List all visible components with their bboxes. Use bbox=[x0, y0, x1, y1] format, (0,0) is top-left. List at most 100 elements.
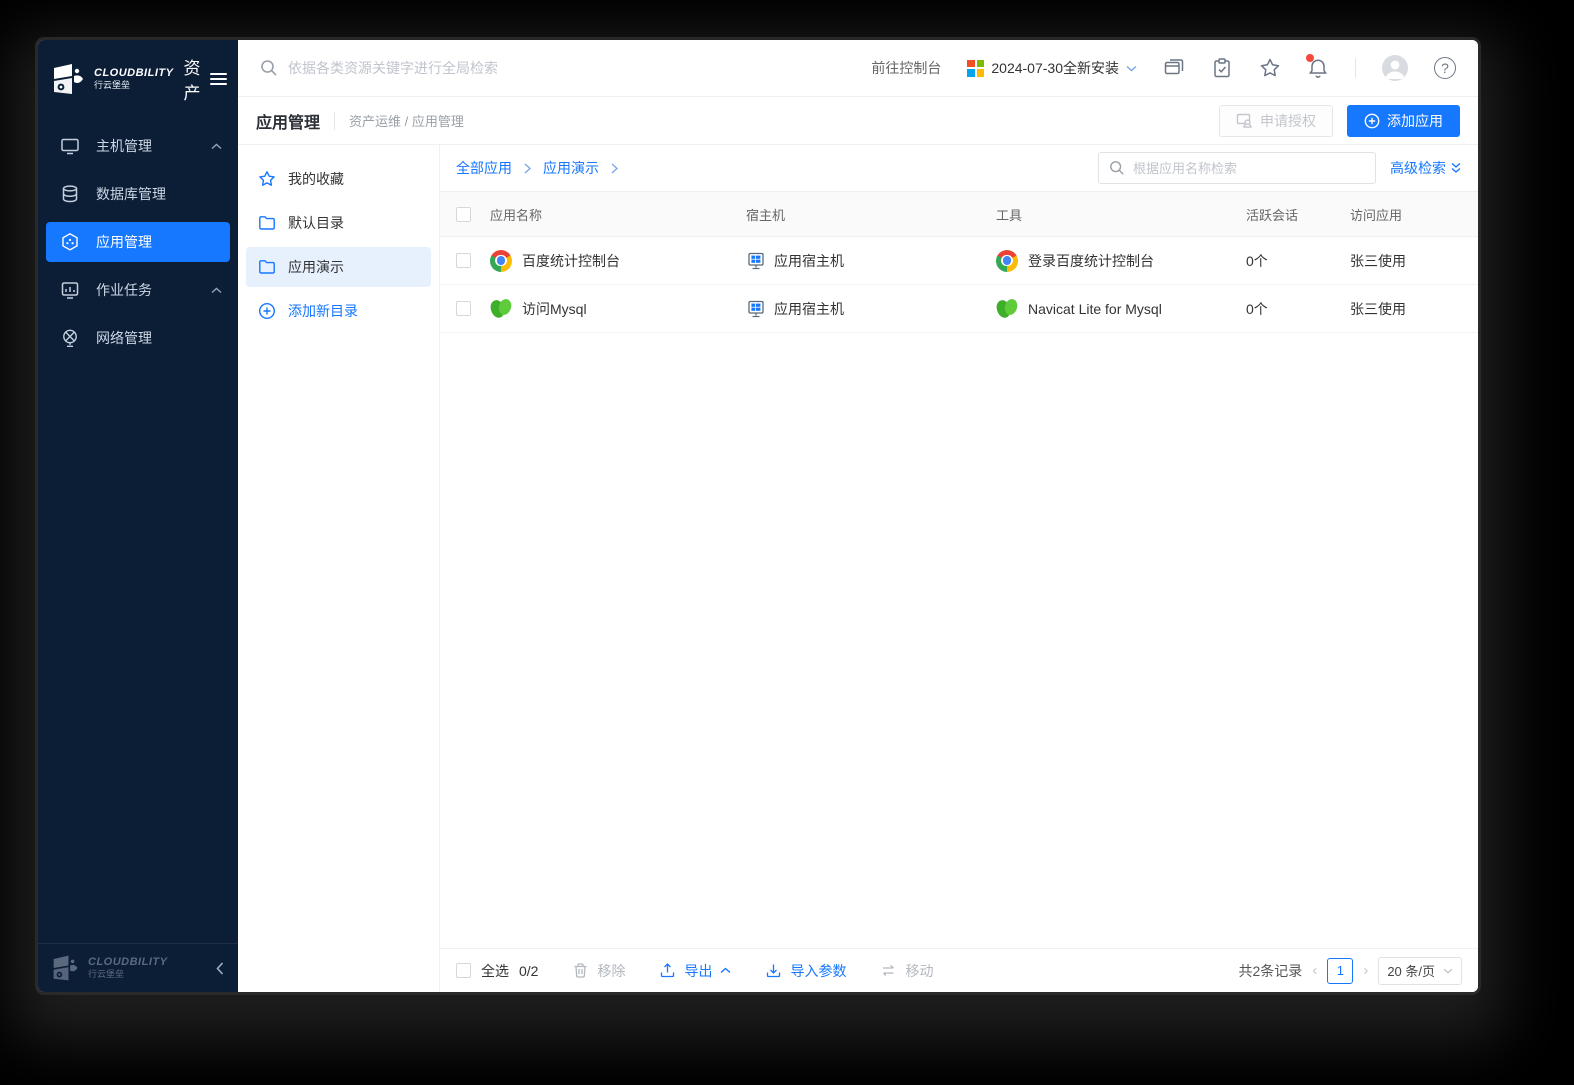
chevron-up-icon bbox=[211, 142, 222, 150]
user-avatar[interactable] bbox=[1382, 55, 1408, 81]
footer-brand-text: CLOUDBILITY 行云堡垒 bbox=[88, 955, 168, 980]
global-search-input[interactable] bbox=[288, 60, 608, 76]
page-title: 应用管理 bbox=[256, 114, 321, 132]
footer-select-all-checkbox[interactable] bbox=[456, 963, 471, 978]
row-checkbox[interactable] bbox=[456, 301, 471, 316]
star-icon[interactable] bbox=[1259, 57, 1281, 79]
select-all-checkbox[interactable] bbox=[456, 206, 471, 222]
auth-screen-icon bbox=[1236, 112, 1253, 129]
plus-circle-icon bbox=[258, 302, 276, 320]
export-icon bbox=[659, 962, 676, 979]
move-arrows-icon bbox=[880, 962, 897, 979]
clipboard-check-icon[interactable] bbox=[1211, 57, 1233, 79]
network-globe-icon bbox=[60, 328, 80, 348]
double-chevron-down-icon bbox=[1451, 162, 1461, 173]
topbar-right: 前往控制台 2024-07-30全新安装 ? bbox=[871, 54, 1456, 81]
add-directory-label: 添加新目录 bbox=[288, 303, 358, 319]
import-params-button[interactable]: 导入参数 bbox=[765, 961, 846, 981]
monitor-icon bbox=[60, 136, 80, 156]
page-header-buttons: 申请授权 添加应用 bbox=[1219, 104, 1460, 137]
sidebar-item-label: 应用管理 bbox=[96, 234, 152, 250]
pagination: 共2条记录 ‹ 1 › 20 条/页 bbox=[1238, 956, 1462, 985]
sidebar-menu: 主机管理 数据库管理 应用管理 作业任务 网络管理 bbox=[38, 122, 238, 943]
access-user[interactable]: 张三使用 bbox=[1350, 299, 1478, 319]
sidebar-item-database-management[interactable]: 数据库管理 bbox=[38, 170, 238, 218]
column-header-host: 宿主机 bbox=[746, 207, 786, 223]
divider bbox=[334, 111, 336, 130]
access-user[interactable]: 张三使用 bbox=[1350, 251, 1478, 271]
folder-panel: 我的收藏 默认目录 应用演示 添加新目录 bbox=[238, 145, 440, 992]
sidebar-item-network-management[interactable]: 网络管理 bbox=[38, 314, 238, 362]
add-app-button[interactable]: 添加应用 bbox=[1347, 104, 1460, 137]
move-button[interactable]: 移动 bbox=[880, 961, 933, 981]
list-panel: 全部应用 应用演示 根据应用名称检索 高级检索 应用名称 宿主机 工具 活跃会话… bbox=[440, 145, 1478, 992]
app-name: 百度统计控制台 bbox=[522, 252, 620, 269]
tab-app-demo[interactable]: 应用演示 bbox=[543, 158, 599, 178]
host-name: 应用宿主机 bbox=[774, 252, 844, 269]
page-number[interactable]: 1 bbox=[1327, 957, 1354, 984]
folder-item-favorites[interactable]: 我的收藏 bbox=[246, 159, 431, 199]
footer-brand-name: CLOUDBILITY bbox=[88, 955, 168, 968]
top-bar: 前往控制台 2024-07-30全新安装 bbox=[238, 40, 1478, 97]
install-version-dropdown[interactable]: 2024-07-30全新安装 bbox=[967, 58, 1137, 78]
sidebar-item-job-tasks[interactable]: 作业任务 bbox=[38, 266, 238, 314]
search-icon bbox=[260, 59, 278, 77]
folder-item-default-dir[interactable]: 默认目录 bbox=[246, 203, 431, 243]
chevron-right-icon bbox=[611, 162, 618, 174]
page-header: 应用管理 资产运维 / 应用管理 申请授权 添加应用 bbox=[238, 97, 1478, 145]
table-row[interactable]: 访问Mysql 应用宿主机 Navicat Lite for Mysql 0个 … bbox=[440, 285, 1478, 333]
collapse-sidebar-icon[interactable] bbox=[216, 961, 224, 975]
prev-page-icon[interactable]: ‹ bbox=[1312, 962, 1317, 979]
chevron-down-icon bbox=[1126, 65, 1137, 72]
select-all-group[interactable]: 全选 0/2 bbox=[456, 961, 538, 981]
table-row[interactable]: 百度统计控制台 应用宿主机 登录百度统计控制台 0个 张三使用 ⋮ bbox=[440, 237, 1478, 285]
table-header-row: 应用名称 宿主机 工具 活跃会话 访问应用 bbox=[440, 191, 1478, 237]
next-page-icon[interactable]: › bbox=[1363, 962, 1368, 979]
advanced-search-link[interactable]: 高级检索 bbox=[1390, 158, 1462, 178]
navicat-icon bbox=[996, 298, 1018, 320]
select-all-label: 全选 bbox=[481, 962, 509, 979]
chrome-icon bbox=[490, 249, 512, 272]
sidebar-item-label: 数据库管理 bbox=[96, 186, 166, 202]
request-auth-button[interactable]: 申请授权 bbox=[1219, 104, 1333, 137]
sidebar-item-host-management[interactable]: 主机管理 bbox=[38, 122, 238, 170]
star-icon bbox=[258, 170, 276, 188]
tab-all-apps[interactable]: 全部应用 bbox=[456, 158, 512, 178]
sidebar-item-app-management[interactable]: 应用管理 bbox=[46, 222, 230, 262]
column-header-active-sessions: 活跃会话 bbox=[1246, 207, 1299, 223]
chevron-down-icon bbox=[1443, 968, 1453, 974]
hamburger-menu-icon[interactable] bbox=[208, 69, 229, 89]
main-area: 前往控制台 2024-07-30全新安装 bbox=[238, 40, 1478, 992]
total-records-label: 共2条记录 bbox=[1238, 962, 1303, 979]
notification-dot bbox=[1306, 54, 1314, 62]
browser-windows-icon[interactable] bbox=[1163, 57, 1185, 79]
move-label: 移动 bbox=[905, 962, 934, 979]
tool-name: 登录百度统计控制台 bbox=[1028, 252, 1154, 269]
search-icon bbox=[1109, 160, 1125, 176]
folder-item-label: 默认目录 bbox=[288, 215, 344, 231]
add-app-label: 添加应用 bbox=[1387, 112, 1443, 129]
folder-item-app-demo[interactable]: 应用演示 bbox=[246, 247, 431, 287]
remove-button[interactable]: 移除 bbox=[572, 961, 625, 981]
tool-name: Navicat Lite for Mysql bbox=[1028, 300, 1162, 317]
database-icon bbox=[60, 184, 80, 204]
footer-toolbar: 全选 0/2 移除 导出 导入参数 移动 共2条记录 ‹ 1 › 20 条/页 bbox=[440, 948, 1478, 992]
filter-right: 高级检索 bbox=[1098, 152, 1462, 184]
windows-colored-logo-icon bbox=[967, 59, 985, 77]
content: 我的收藏 默认目录 应用演示 添加新目录 全部应用 应用演示 根据应用名称检索 … bbox=[238, 145, 1478, 992]
page-size-select[interactable]: 20 条/页 bbox=[1378, 956, 1462, 985]
sidebar-item-label: 作业任务 bbox=[96, 282, 152, 298]
go-to-console-link[interactable]: 前往控制台 bbox=[871, 58, 941, 78]
row-checkbox[interactable] bbox=[456, 253, 471, 268]
host-name: 应用宿主机 bbox=[774, 300, 844, 317]
help-icon[interactable]: ? bbox=[1434, 57, 1456, 79]
app-name-search-input[interactable] bbox=[1133, 160, 1365, 176]
path-tabs: 全部应用 应用演示 bbox=[456, 158, 618, 178]
chrome-icon bbox=[996, 249, 1018, 272]
empty-space bbox=[440, 333, 1478, 948]
export-button[interactable]: 导出 bbox=[659, 961, 731, 981]
add-new-directory-button[interactable]: 添加新目录 bbox=[246, 291, 431, 331]
sidebar-item-label: 主机管理 bbox=[96, 138, 152, 154]
bell-notification-icon[interactable] bbox=[1306, 54, 1329, 79]
folder-item-label: 应用演示 bbox=[288, 259, 344, 275]
